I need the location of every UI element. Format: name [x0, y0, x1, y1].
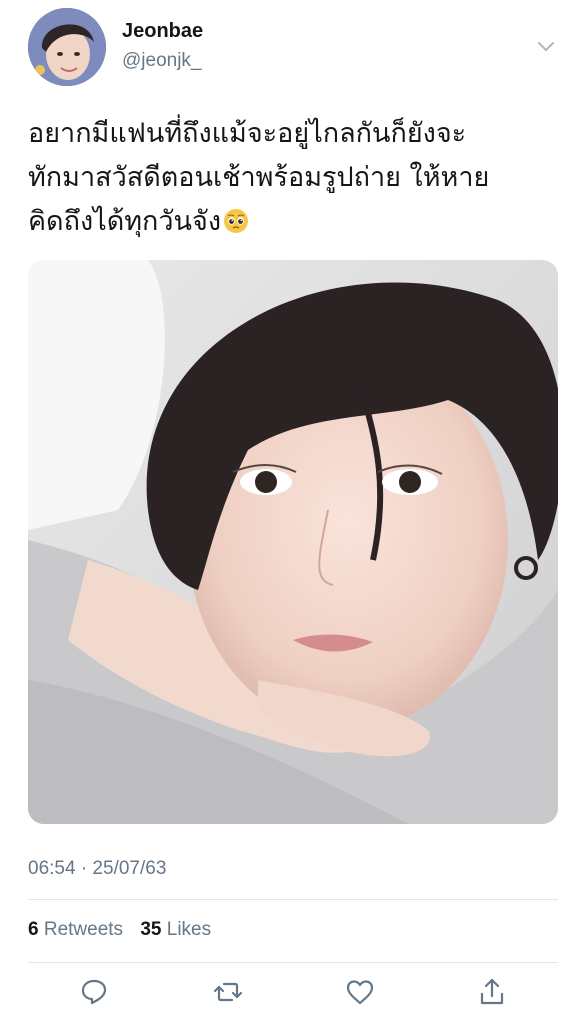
share-icon[interactable] [476, 976, 508, 1008]
likes-label[interactable]: Likes [167, 919, 211, 940]
chevron-down-icon[interactable] [536, 36, 556, 56]
display-name[interactable]: Jeonbae [122, 20, 203, 43]
pleading-face-emoji [223, 204, 249, 233]
attached-photo[interactable] [28, 260, 558, 824]
tweet-stats: 6 Retweets 35 Likes [28, 919, 223, 941]
like-icon[interactable] [344, 976, 376, 1008]
likes-count[interactable]: 35 [140, 919, 161, 940]
tweet-header: Jeonbae @jeonjk_ [28, 8, 558, 88]
divider [28, 962, 558, 963]
tweet-timestamp[interactable]: 06:54 · 25/07/63 [28, 858, 166, 880]
tweet-text-line: อยากมีแฟนที่ถึงแม้จะอยู่ไกลกันก็ยังจะ [28, 118, 467, 149]
retweets-label[interactable]: Retweets [44, 919, 123, 940]
action-bar [28, 976, 558, 1012]
reply-icon[interactable] [78, 976, 110, 1008]
user-avatar[interactable] [28, 8, 106, 86]
tweet-text-fragment: คิดถึงได้ทุกวันจัง [28, 206, 222, 237]
tweet-text-line: คิดถึงได้ทุกวันจัง [28, 200, 564, 244]
tweet-text: อยากมีแฟนที่ถึงแม้จะอยู่ไกลกันก็ยังจะ ทั… [28, 112, 564, 244]
user-handle[interactable]: @jeonjk_ [122, 50, 202, 72]
tweet-text-line: ทักมาสวัสดีตอนเช้าพร้อมรูปถ่าย ให้หาย [28, 162, 490, 193]
divider [28, 899, 558, 900]
retweet-icon[interactable] [212, 976, 244, 1008]
retweets-count[interactable]: 6 [28, 919, 39, 940]
